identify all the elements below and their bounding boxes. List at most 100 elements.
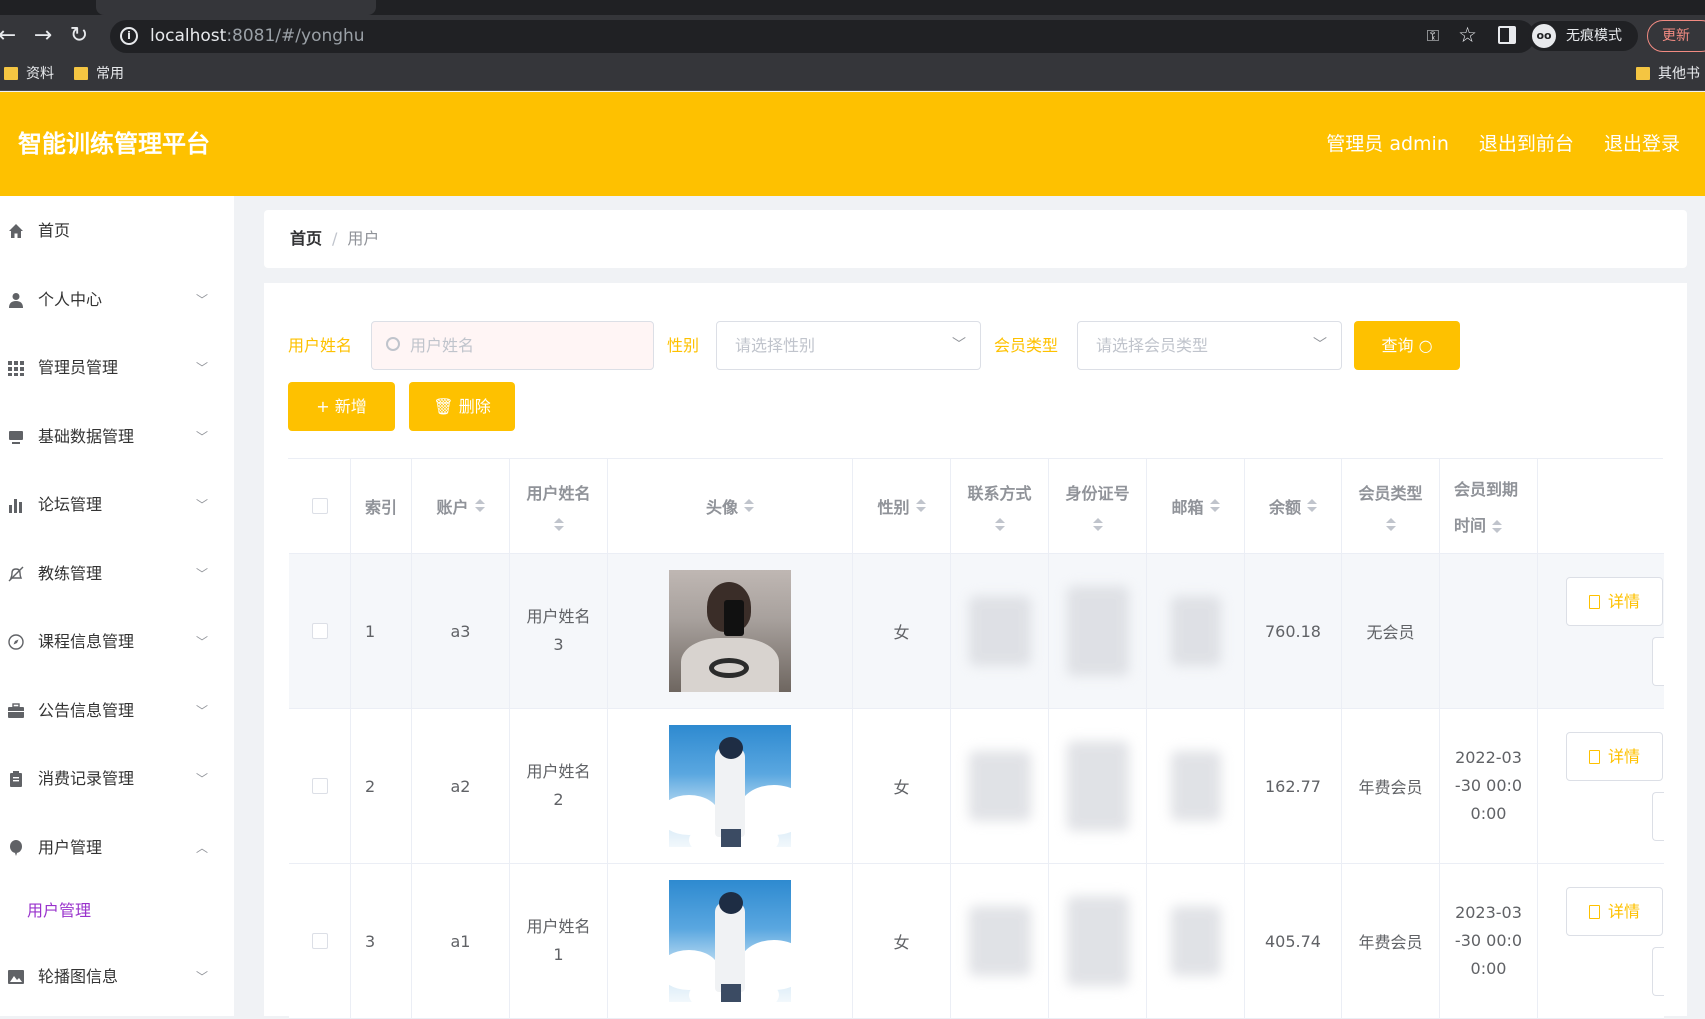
th-account[interactable]: 账户 [412, 459, 510, 554]
bookmark-folder[interactable]: 资料 [4, 65, 54, 83]
cell-expire [1440, 554, 1538, 709]
th-label: 账户 [436, 498, 469, 517]
bookmark-folder[interactable]: 常用 [74, 65, 124, 83]
sidebar-item-home[interactable]: 首页 [0, 211, 234, 251]
sidebar-item-forum[interactable]: 论坛管理 ﹀ [0, 485, 234, 525]
member-type-select[interactable]: 请选择会员类型 ﹀ [1077, 321, 1342, 370]
submenu-item-users[interactable]: 用户管理 [27, 896, 91, 926]
bookmark-folder[interactable]: 其他书 [1636, 65, 1700, 83]
update-button[interactable]: 更新 [1647, 20, 1705, 52]
sidebar-item-carousel[interactable]: 轮播图信息 ﹀ [0, 957, 234, 997]
incognito-badge[interactable]: oo 无痕模式 [1528, 21, 1638, 51]
avatar-image[interactable] [669, 570, 791, 692]
sidebar-item-profile[interactable]: 个人中心 ﹀ [0, 280, 234, 320]
browser-tab[interactable] [96, 0, 376, 15]
chevron-down-icon: ﹀ [196, 361, 209, 375]
forward-icon[interactable]: → [28, 21, 58, 51]
avatar-image[interactable] [669, 725, 791, 847]
avatar-shape [719, 737, 743, 759]
avatar-shape [715, 902, 745, 992]
sort-icon[interactable] [1385, 518, 1396, 532]
select-all-checkbox[interactable] [311, 498, 328, 514]
info-icon[interactable]: i [120, 27, 138, 45]
search-icon: ○ [1418, 336, 1433, 355]
sort-icon[interactable] [1307, 499, 1317, 513]
more-button[interactable] [1652, 947, 1664, 996]
more-button[interactable] [1652, 792, 1664, 841]
back-icon[interactable]: ← [0, 21, 22, 51]
query-button[interactable]: 查询 ○ [1354, 321, 1460, 370]
row-checkbox[interactable] [311, 778, 328, 794]
sort-icon[interactable] [994, 518, 1005, 532]
side-panel-icon[interactable] [1498, 26, 1516, 44]
sort-icon[interactable] [474, 499, 485, 513]
add-button[interactable]: + 新增 [288, 382, 395, 431]
th-name[interactable]: 用户姓名 [510, 459, 608, 554]
breadcrumb-home[interactable]: 首页 [290, 229, 322, 248]
name-filter-input[interactable]: 用户姓名 [371, 321, 654, 370]
reload-icon[interactable]: ↻ [64, 21, 94, 51]
sidebar-item-course[interactable]: 课程信息管理 ﹀ [0, 622, 234, 662]
breadcrumb-separator: / [332, 229, 338, 248]
bar-chart-icon [9, 499, 22, 513]
sidebar-item-admin[interactable]: 管理员管理 ﹀ [0, 348, 234, 388]
sidebar-item-label: 教练管理 [38, 564, 103, 583]
sidebar-item-consumption[interactable]: 消费记录管理 ﹀ [0, 759, 234, 799]
url-host: localhost [150, 26, 227, 46]
th-email[interactable]: 邮箱 [1147, 459, 1245, 554]
th-balance[interactable]: 余额 [1245, 459, 1342, 554]
detail-button[interactable]: 详情 [1566, 732, 1663, 781]
avatar-image[interactable] [669, 880, 791, 1002]
detail-button[interactable]: 详情 [1566, 577, 1663, 626]
cell-expire: 2023-03 -30 00:0 0:00 [1440, 864, 1538, 1019]
logout-link[interactable]: 退出登录 [1604, 133, 1680, 155]
expire-line: 0:00 [1470, 804, 1507, 823]
cell-name: 用户姓名 2 [510, 709, 608, 864]
th-expire[interactable]: 会员到期 时间 [1440, 459, 1538, 554]
sidebar-item-label: 管理员管理 [38, 358, 119, 377]
sort-icon[interactable] [915, 499, 926, 513]
th-contact[interactable]: 联系方式 [951, 459, 1049, 554]
th-label: 会员类型 [1358, 484, 1423, 503]
redacted-contact [968, 751, 1031, 821]
cell-actions: 详情 [1538, 554, 1664, 709]
sidebar-item-notice[interactable]: 公告信息管理 ﹀ [0, 691, 234, 731]
delete-button[interactable]: 🗑 删除 [409, 382, 515, 431]
cell-account: a1 [412, 864, 510, 1019]
cell-actions: 详情 [1538, 864, 1664, 1019]
avatar-shape [721, 829, 741, 847]
sort-icon[interactable] [553, 518, 564, 532]
th-member-type[interactable]: 会员类型 [1342, 459, 1440, 554]
exit-front-link[interactable]: 退出到前台 [1479, 133, 1574, 155]
cell-id-card [1049, 864, 1147, 1019]
th-label: 用户姓名 [526, 484, 591, 503]
sidebar-item-coach[interactable]: 教练管理 ﹀ [0, 554, 234, 594]
delete-label: 删除 [458, 397, 491, 416]
sort-icon[interactable] [744, 499, 754, 513]
more-button[interactable] [1652, 637, 1664, 686]
monitor-icon [9, 431, 23, 444]
th-gender[interactable]: 性别 [853, 459, 951, 554]
key-icon[interactable]: ⚿ [1427, 26, 1439, 46]
address-bar[interactable]: i localhost:8081/#/yonghu ⚿ ☆ [110, 20, 1535, 53]
th-avatar[interactable]: 头像 [608, 459, 853, 554]
sort-icon[interactable] [1492, 519, 1503, 534]
th-id-card[interactable]: 身份证号 [1049, 459, 1147, 554]
document-icon [1588, 905, 1600, 919]
grid-icon [8, 361, 24, 376]
detail-button[interactable]: 详情 [1566, 887, 1663, 936]
sidebar-item-users[interactable]: 用户管理 ︿ [0, 828, 234, 868]
breadcrumb-card: 首页 / 用户 [264, 210, 1687, 268]
sidebar-item-basic-data[interactable]: 基础数据管理 ﹀ [0, 417, 234, 457]
row-checkbox[interactable] [311, 623, 328, 639]
star-icon[interactable]: ☆ [1458, 23, 1477, 47]
sort-icon[interactable] [1092, 518, 1103, 532]
cell-balance: 405.74 [1245, 864, 1342, 1019]
users-table: 索引 账户 用户姓名 头像 性别 联系方式 身份证号 邮箱 余额 会员类型 会员… [288, 458, 1664, 1019]
gender-select[interactable]: 请选择性别 ﹀ [716, 321, 981, 370]
avatar-shape [721, 984, 741, 1002]
row-checkbox[interactable] [311, 933, 328, 949]
sort-icon[interactable] [1209, 499, 1220, 513]
redacted-email [1170, 906, 1221, 976]
redacted-contact [968, 596, 1031, 666]
